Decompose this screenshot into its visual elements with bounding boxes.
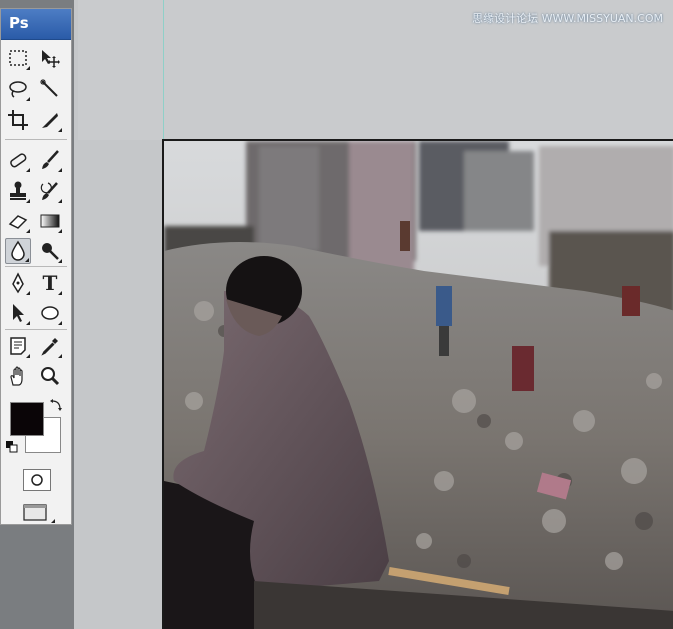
gradient-tool[interactable] bbox=[37, 208, 63, 234]
hand-tool[interactable] bbox=[5, 363, 31, 389]
move-tool[interactable] bbox=[37, 45, 63, 71]
history-brush-tool[interactable] bbox=[37, 178, 63, 204]
blur-tool[interactable] bbox=[5, 238, 31, 264]
default-colors-icon[interactable] bbox=[6, 441, 18, 453]
toolbox-panel: Ps T bbox=[0, 0, 74, 629]
screen-mode-button[interactable] bbox=[21, 501, 55, 523]
toolbox-divider bbox=[5, 266, 67, 267]
marquee-tool[interactable] bbox=[5, 45, 31, 71]
hand-tool-icon bbox=[10, 366, 23, 386]
pen-tool[interactable] bbox=[5, 270, 31, 296]
crop-tool[interactable] bbox=[5, 107, 31, 133]
path-selection-tool[interactable] bbox=[5, 300, 31, 326]
ps-logo-header[interactable]: Ps bbox=[1, 9, 71, 40]
lasso-tool[interactable] bbox=[5, 76, 31, 102]
notes-tool[interactable] bbox=[5, 333, 31, 359]
document-canvas[interactable] bbox=[162, 139, 673, 629]
screen-mode-icon bbox=[23, 504, 47, 521]
brush-tool[interactable] bbox=[37, 147, 63, 173]
swap-colors-icon[interactable] bbox=[49, 398, 63, 412]
canvas-photo bbox=[164, 141, 673, 629]
crop-tool-icon bbox=[8, 110, 28, 130]
eyedropper-tool[interactable] bbox=[37, 333, 63, 359]
toolbox-body: Ps T bbox=[0, 8, 72, 525]
watermark-text: 思缘设计论坛 WWW.MISSYUAN.COM bbox=[472, 12, 663, 25]
clone-stamp-tool[interactable] bbox=[5, 178, 31, 204]
magic-wand-tool-icon bbox=[40, 79, 58, 97]
magic-wand-tool[interactable] bbox=[37, 76, 63, 102]
zoom-tool-icon bbox=[41, 367, 60, 386]
ellipse-tool[interactable] bbox=[37, 300, 63, 326]
ps-logo-text: Ps bbox=[9, 14, 29, 32]
dodge-tool[interactable] bbox=[37, 238, 63, 264]
eraser-tool[interactable] bbox=[5, 208, 31, 234]
foreground-color-swatch[interactable] bbox=[10, 402, 44, 436]
move-tool-icon bbox=[42, 50, 60, 68]
type-tool[interactable]: T bbox=[37, 270, 63, 296]
slice-tool[interactable] bbox=[37, 107, 63, 133]
toolbox-divider bbox=[5, 139, 67, 140]
quick-mask-mode-button[interactable] bbox=[23, 469, 51, 491]
quick-mask-icon bbox=[31, 474, 43, 486]
zoom-tool[interactable] bbox=[37, 363, 63, 389]
toolbox-divider bbox=[5, 329, 67, 330]
type-tool-icon: T bbox=[42, 271, 58, 295]
healing-brush-tool[interactable] bbox=[5, 147, 31, 173]
